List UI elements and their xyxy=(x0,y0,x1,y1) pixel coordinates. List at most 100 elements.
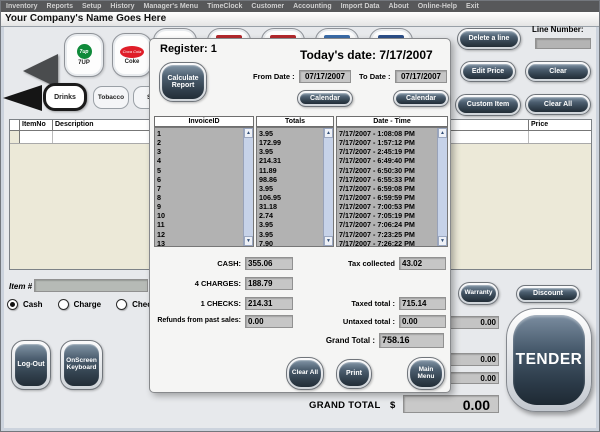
invoice-id-cell[interactable]: 3 xyxy=(157,147,243,156)
discount-button[interactable]: Discount xyxy=(516,285,580,303)
scroll-up-icon[interactable]: ▲ xyxy=(244,128,253,138)
invoice-id-cell[interactable]: 4 xyxy=(157,156,243,165)
scroll-down-icon[interactable]: ▼ xyxy=(244,236,253,246)
invoice-total-cell[interactable]: 98.86 xyxy=(259,175,323,184)
dialog-main-menu-button[interactable]: Main Menu xyxy=(407,357,445,390)
tab-drinks[interactable]: Drinks xyxy=(43,83,87,111)
radio-circle-icon[interactable] xyxy=(116,299,128,310)
to-calendar-button[interactable]: Calendar xyxy=(393,90,449,107)
invoice-total-cell[interactable]: 3.95 xyxy=(259,184,323,193)
invoice-total-cell[interactable]: 11.89 xyxy=(259,166,323,175)
tab-tobacco[interactable]: Tobacco xyxy=(93,86,129,109)
warranty-button[interactable]: Warranty xyxy=(458,282,499,305)
invoice-datetime-cell[interactable]: 7/17/2007 - 7:23:25 PM xyxy=(339,230,437,239)
tax-collected-value: 43.02 xyxy=(399,257,446,270)
scrollbar[interactable]: ▲ ▼ xyxy=(243,128,253,246)
invoice-total-cell[interactable]: 3.95 xyxy=(259,230,323,239)
line-number-input[interactable] xyxy=(535,38,591,49)
taxed-total-value: 715.14 xyxy=(399,297,446,310)
invoice-datetime-cell[interactable]: 7/17/2007 - 1:08:08 PM xyxy=(339,129,437,138)
logout-button[interactable]: Log-Out xyxy=(11,340,51,390)
invoice-datetime-cell[interactable]: 7/17/2007 - 2:45:19 PM xyxy=(339,147,437,156)
invoice-total-cell[interactable]: 214.31 xyxy=(259,156,323,165)
invoice-datetime-cell[interactable]: 7/17/2007 - 7:06:24 PM xyxy=(339,220,437,229)
invoice-id-cell[interactable]: 11 xyxy=(157,220,243,229)
menu-item-about[interactable]: About xyxy=(389,3,409,10)
scrollbar[interactable]: ▲ ▼ xyxy=(437,128,447,246)
scroll-down-icon[interactable]: ▼ xyxy=(324,236,333,246)
invoice-total-cell[interactable]: 31.18 xyxy=(259,202,323,211)
totals-list[interactable]: 3.95 172.99 3.95 214.31 11.89 98.86 3.95 106.95… xyxy=(256,127,334,247)
invoice-id-list[interactable]: 1 2 3 4 5 6 7 8 9 10 11 12 13 ▲ ▼ xyxy=(154,127,254,247)
scroll-tabs-left-icon[interactable] xyxy=(3,85,42,111)
clear-button[interactable]: Clear xyxy=(525,61,591,82)
radio-cash[interactable]: Cash xyxy=(7,299,43,310)
menu-item-timeclock[interactable]: TimeClock xyxy=(207,3,242,10)
menu-item-exit[interactable]: Exit xyxy=(466,3,479,10)
invoice-total-cell[interactable]: 172.99 xyxy=(259,138,323,147)
scroll-up-icon[interactable]: ▲ xyxy=(324,128,333,138)
invoice-datetime-cell[interactable]: 7/17/2007 - 6:59:59 PM xyxy=(339,193,437,202)
to-date-input[interactable]: 07/17/2007 xyxy=(395,70,447,83)
invoice-datetime-cell[interactable]: 7/17/2007 - 6:49:40 PM xyxy=(339,156,437,165)
invoice-datetime-cell[interactable]: 7/17/2007 - 7:26:22 PM xyxy=(339,239,437,246)
invoice-id-cell[interactable]: 6 xyxy=(157,175,243,184)
invoice-datetime-cell[interactable]: 7/17/2007 - 7:05:19 PM xyxy=(339,211,437,220)
menu-item-setup[interactable]: Setup xyxy=(82,3,101,10)
invoice-id-cell[interactable]: 5 xyxy=(157,166,243,175)
tender-button[interactable]: TENDER xyxy=(506,308,592,412)
dialog-print-button[interactable]: Print xyxy=(336,359,372,389)
custom-item-button[interactable]: Custom Item xyxy=(455,94,521,116)
menu-item-manager-s-menu[interactable]: Manager's Menu xyxy=(144,3,199,10)
invoice-id-cell[interactable]: 7 xyxy=(157,184,243,193)
item-number-input[interactable] xyxy=(34,279,148,292)
calculate-report-button[interactable]: Calculate Report xyxy=(159,62,207,102)
invoice-id-cell[interactable]: 10 xyxy=(157,211,243,220)
todays-date-label: Today's date: 7/17/2007 xyxy=(300,48,433,62)
radio-circle-icon[interactable] xyxy=(7,299,18,310)
from-date-label: From Date : xyxy=(253,72,295,81)
invoice-id-cell[interactable]: 9 xyxy=(157,202,243,211)
invoice-total-cell[interactable]: 7.90 xyxy=(259,239,323,246)
side-total-field-2: 0.00 xyxy=(449,353,499,366)
edit-price-button[interactable]: Edit Price xyxy=(460,61,516,82)
invoice-datetime-cell[interactable]: 7/17/2007 - 6:59:08 PM xyxy=(339,184,437,193)
clear-all-button[interactable]: Clear All xyxy=(525,94,591,115)
product-button-7up[interactable]: 7up 7UP xyxy=(64,33,104,77)
invoice-id-cell[interactable]: 13 xyxy=(157,239,243,246)
menu-item-online-help[interactable]: Online-Help xyxy=(418,3,457,10)
scrollbar[interactable]: ▲ ▼ xyxy=(323,128,333,246)
invoice-total-cell[interactable]: 3.95 xyxy=(259,220,323,229)
from-calendar-button[interactable]: Calendar xyxy=(297,90,353,107)
invoice-total-cell[interactable]: 106.95 xyxy=(259,193,323,202)
radio-charge[interactable]: Charge xyxy=(57,299,101,310)
invoice-total-cell[interactable]: 2.74 xyxy=(259,211,323,220)
menu-item-import-data[interactable]: Import Data xyxy=(341,3,380,10)
invoice-id-cell[interactable]: 12 xyxy=(157,230,243,239)
invoice-datetime-cell[interactable]: 7/17/2007 - 6:50:30 PM xyxy=(339,166,437,175)
delete-line-button[interactable]: Delete a line xyxy=(457,28,521,50)
from-date-input[interactable]: 07/17/2007 xyxy=(299,70,351,83)
dialog-clear-all-button[interactable]: Clear All xyxy=(286,357,324,390)
invoice-datetime-cell[interactable]: 7/17/2007 - 1:57:12 PM xyxy=(339,138,437,147)
invoice-total-cell[interactable]: 3.95 xyxy=(259,129,323,138)
menu-item-customer[interactable]: Customer xyxy=(251,3,284,10)
product-button-coke[interactable]: Coca Cola Coke xyxy=(112,33,152,77)
menu-item-history[interactable]: History xyxy=(110,3,134,10)
invoice-total-cell[interactable]: 3.95 xyxy=(259,147,323,156)
invoice-id-cell[interactable]: 8 xyxy=(157,193,243,202)
radio-circle-icon[interactable] xyxy=(57,299,69,310)
menu-item-reports[interactable]: Reports xyxy=(47,3,73,10)
invoice-id-cell[interactable]: 2 xyxy=(157,138,243,147)
invoice-datetime-cell[interactable]: 7/17/2007 - 6:55:33 PM xyxy=(339,175,437,184)
menu-item-accounting[interactable]: Accounting xyxy=(293,3,332,10)
cash-value: 355.06 xyxy=(245,257,293,270)
menu-item-inventory[interactable]: Inventory xyxy=(6,3,38,10)
row-selector-cell[interactable] xyxy=(10,131,20,143)
onscreen-keyboard-button[interactable]: OnScreen Keyboard xyxy=(60,340,103,390)
invoice-datetime-cell[interactable]: 7/17/2007 - 7:00:53 PM xyxy=(339,202,437,211)
invoice-id-cell[interactable]: 1 xyxy=(157,129,243,138)
scroll-up-icon[interactable]: ▲ xyxy=(438,128,447,138)
scroll-down-icon[interactable]: ▼ xyxy=(438,236,447,246)
datetime-list[interactable]: 7/17/2007 - 1:08:08 PM 7/17/2007 - 1:57:1… xyxy=(336,127,448,247)
